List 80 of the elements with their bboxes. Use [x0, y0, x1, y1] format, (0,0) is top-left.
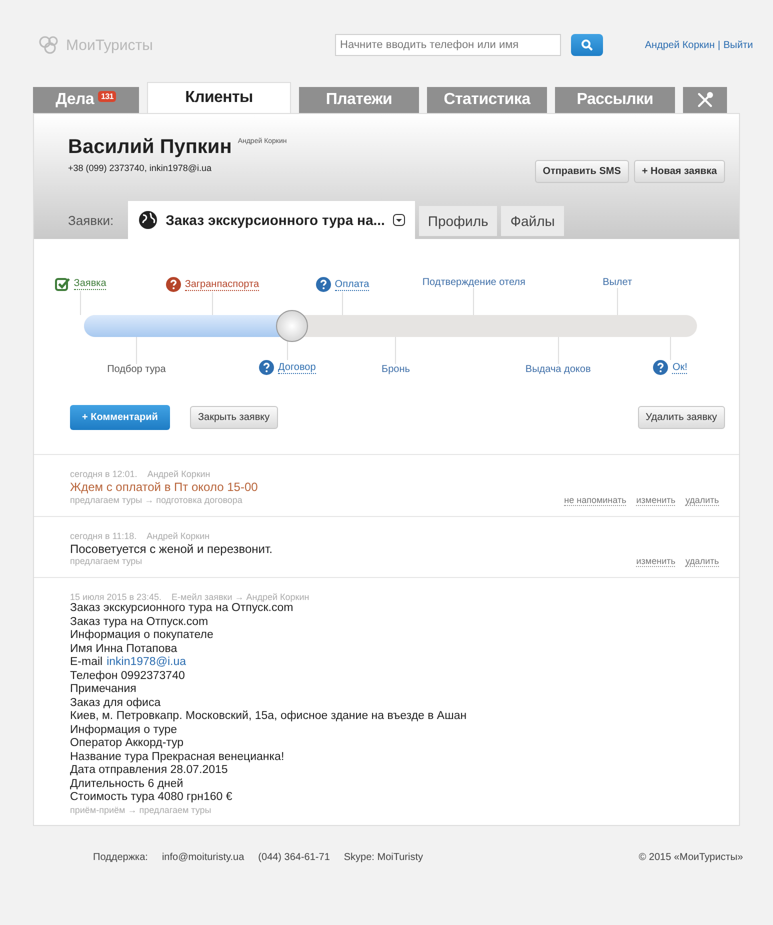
search-button[interactable] — [571, 34, 603, 56]
slider-handle[interactable] — [276, 310, 308, 342]
nav-tab[interactable]: Дела 131 — [33, 87, 139, 113]
comment-text: Оператор Аккорд-тур — [70, 737, 184, 749]
orders-label: Заявки: — [68, 212, 114, 228]
comment-time: сегодня в 12:01. — [70, 469, 138, 479]
user-link[interactable]: Андрей Коркин — [644, 40, 715, 50]
stage-label[interactable]: Выдача доков — [525, 364, 591, 375]
check-icon — [54, 277, 70, 291]
sub-tab[interactable]: Профиль — [418, 206, 498, 236]
logout-link[interactable]: Выйти — [723, 40, 753, 50]
comment-text: Заказ тура на Отпуск.com — [70, 616, 208, 628]
comment-text: Длительность 6 дней — [70, 778, 184, 790]
dropdown-icon[interactable] — [392, 214, 405, 226]
comment-time: сегодня в 11:18. — [70, 530, 137, 540]
comment-text: Киев, м. Петровкапр. Московский, 15а, офисное здание на въезде в Ашан — [70, 710, 467, 722]
comment-text: E-mail — [70, 656, 103, 668]
question-icon — [316, 277, 331, 292]
nav-tab[interactable]: Клиенты — [147, 82, 291, 113]
order-title: Заказ экскурсионного тура на... — [166, 212, 385, 228]
comment-action-link[interactable]: удалить — [685, 556, 719, 567]
status-trail: приём-приём → предлагаем туры — [70, 804, 212, 814]
search-icon — [581, 39, 593, 51]
question-icon — [653, 360, 668, 375]
search-field[interactable]: Начните вводить телефон или имя — [335, 34, 561, 56]
comment-text: Название тура Прекрасная венецианка! — [70, 750, 284, 762]
copyright: © 2015 «МоиТуристы» — [638, 852, 743, 862]
support-email[interactable]: info@moituristy.ua — [162, 852, 244, 862]
support-label: Поддержка: — [93, 852, 148, 862]
client-contacts: +38 (099) 2373740, inkin1978@i.ua — [68, 163, 212, 173]
client-button[interactable]: Отправить SMS — [534, 160, 629, 183]
comment-action-link[interactable]: удалить — [685, 494, 719, 506]
comment-action-link[interactable]: изменить — [636, 494, 676, 506]
comment-action-link[interactable]: не напоминать — [564, 494, 626, 506]
question-icon — [166, 277, 181, 292]
client-button[interactable]: + Новая заявка — [634, 160, 725, 183]
comment-text: Заказ для офиса — [70, 696, 161, 708]
stage-label[interactable]: Бронь — [382, 364, 410, 375]
stage-label[interactable]: Заявка — [74, 278, 106, 290]
comment-button[interactable]: + Комментарий — [70, 405, 170, 430]
stage-label[interactable]: Подбор тура — [107, 364, 166, 375]
comment-text: Дата отправления 28.07.2015 — [70, 764, 228, 776]
count-badge: 131 — [98, 90, 116, 102]
status-trail: предлагаем туры — [70, 556, 142, 566]
comment-author: Андрей Коркин — [147, 469, 210, 479]
comment-text: Ждем с оплатой в Пт около 15-00 — [70, 480, 258, 494]
comment-text: Телефон 0992373740 — [70, 670, 185, 682]
stage-label[interactable]: Подтверждение отеля — [422, 277, 526, 288]
order-tab[interactable]: Заказ экскурсионного тура на... — [128, 201, 415, 239]
nav-tab[interactable]: Статистика — [427, 87, 547, 113]
comment-text: Заказ экскурсионного тура на Отпуск.com — [70, 602, 294, 614]
comment-action-link[interactable]: изменить — [636, 556, 676, 567]
client-name: Василий Пупкин — [68, 136, 232, 159]
comment-author: Андрей Коркин — [146, 530, 210, 540]
comment-time: 15 июля 2015 в 23:45. — [70, 592, 162, 602]
comment-text: Примечания — [70, 683, 136, 695]
tools-icon — [696, 91, 714, 109]
support-phone: (044) 364-61-71 — [258, 852, 330, 862]
stage-label[interactable]: Вылет — [602, 277, 632, 288]
stage-label[interactable]: Договор — [278, 362, 316, 374]
comment-author: E-мейл заявки → Андрей Коркин — [172, 592, 310, 602]
comment-text: Информация о туре — [70, 724, 178, 736]
comment-text: Информация о покупателе — [70, 629, 214, 641]
comment-text: Стоимость тура 4080 грн160 € — [70, 791, 232, 803]
comment-text: Посоветуется с женой и перезвонит. — [70, 542, 272, 556]
support-skype: Skype: MoiTuristy — [344, 852, 423, 862]
email-link[interactable]: inkin1978@i.ua — [106, 656, 186, 668]
delete-order-button[interactable]: Удалить заявку — [638, 406, 725, 429]
comment-text: Имя Инна Потапова — [70, 642, 178, 654]
stage-label[interactable]: Загранпаспорта — [184, 278, 260, 290]
sub-tab[interactable]: Файлы — [501, 206, 564, 236]
stage-label[interactable]: Оплата — [334, 278, 370, 290]
nav-tab[interactable]: Рассылки — [555, 87, 675, 113]
question-icon — [259, 360, 274, 375]
tools-tab[interactable] — [683, 87, 727, 113]
close-order-button[interactable]: Закрыть заявку — [190, 406, 278, 429]
separator: | — [718, 40, 720, 50]
status-trail: предлагаем туры → подготовка договора — [70, 494, 242, 504]
stage-label[interactable]: Ок! — [672, 362, 688, 374]
nav-tab[interactable]: Платежи — [299, 87, 419, 113]
